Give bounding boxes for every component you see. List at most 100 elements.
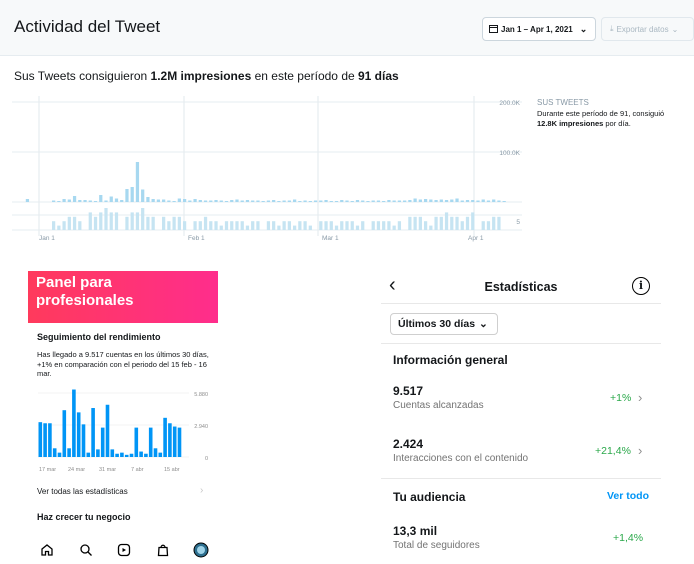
engagement-bar: [292, 225, 297, 230]
info-icon[interactable]: i: [632, 277, 650, 295]
engagement-bar: [141, 208, 145, 230]
engagement-bar: [397, 221, 402, 230]
impressions-bar: [444, 200, 449, 202]
chevron-down-icon: ⌄: [479, 318, 488, 330]
statistics-title: Estadísticas: [484, 280, 558, 294]
engagement-bar: [371, 221, 375, 230]
engagement-bar: [151, 216, 155, 230]
overview-heading: Información general: [393, 353, 508, 367]
impressions-bar: [245, 200, 250, 202]
reach-bar: [76, 412, 81, 457]
engagement-bar: [334, 225, 339, 230]
impressions-bar: [324, 200, 328, 202]
impressions-bar: [429, 199, 433, 202]
reach-bar: [72, 389, 76, 457]
reach-bar: [163, 417, 167, 457]
date-range-picker[interactable]: Jan 1 – Apr 1, 2021 ⌄: [482, 17, 596, 41]
impressions-bar: [224, 201, 229, 202]
reach-bar: [67, 448, 71, 457]
engagement-bar: [72, 216, 77, 230]
reach-bar: [172, 426, 177, 457]
impressions-bar: [439, 199, 443, 202]
impressions-bar: [230, 200, 234, 202]
engagement-bar: [57, 225, 61, 230]
engagement-bar: [382, 221, 386, 230]
engagement-bar: [51, 221, 56, 230]
x-tick-label: 7 abr: [131, 467, 144, 473]
content-interactions-label: Interacciones con el contenido: [393, 453, 529, 464]
impressions-bar: [67, 199, 71, 202]
engagement-bar: [387, 221, 391, 230]
impressions-bar: [214, 200, 218, 202]
accounts-reached-value: 9.517: [393, 384, 424, 398]
see-all-link[interactable]: Ver todo: [607, 490, 649, 502]
impressions-bar: [251, 200, 255, 202]
engagement-bar: [209, 221, 213, 230]
profile-avatar-icon[interactable]: [192, 541, 210, 559]
bottom-nav: [34, 539, 214, 561]
engagement-bar: [408, 216, 412, 230]
content-interactions-value: 2.424: [393, 437, 424, 451]
impressions-bar: [319, 200, 323, 202]
impressions-bar: [460, 200, 464, 202]
engagement-bar: [340, 221, 344, 230]
reach-bar: [134, 427, 139, 457]
home-icon[interactable]: [38, 541, 56, 559]
impressions-bar: [455, 198, 459, 202]
engagement-bar: [455, 216, 459, 230]
reach-bar: [120, 452, 124, 457]
impressions-bar: [177, 198, 181, 202]
reach-bar: [144, 453, 148, 457]
shop-icon[interactable]: [154, 541, 172, 559]
engagement-bar: [465, 216, 470, 230]
grow-business-heading[interactable]: Haz crecer tu negocio: [37, 512, 131, 522]
impressions-bar: [62, 199, 66, 202]
impressions-bar: [423, 199, 428, 202]
impressions-bar: [350, 201, 354, 202]
engagement-bar: [434, 216, 438, 230]
engagement-bar: [376, 221, 381, 230]
engagement-bar: [492, 216, 496, 230]
impressions-bar: [240, 200, 244, 202]
impressions-bar: [167, 200, 171, 202]
impressions-bar: [104, 200, 108, 202]
engagement-bar: [329, 221, 333, 230]
x-tick-label: Mar 1: [322, 235, 339, 242]
period-selector[interactable]: Últimos 30 días ⌄: [390, 313, 498, 335]
chevron-down-icon: ⌄: [579, 23, 588, 34]
impressions-bar: [146, 197, 150, 202]
reach-bar: [148, 427, 153, 457]
engagement-bar: [146, 216, 150, 230]
engagement-bar: [444, 212, 449, 230]
engagement-bar: [298, 221, 302, 230]
impressions-bar: [256, 200, 260, 202]
search-icon[interactable]: [77, 541, 95, 559]
reels-icon[interactable]: [115, 541, 133, 559]
dashboard-banner: Panel para profesionales: [28, 271, 218, 323]
impressions-bar: [25, 199, 30, 202]
engagement-bar: [162, 216, 166, 230]
reach-bar: [43, 423, 47, 457]
export-label: Exportar datos: [616, 24, 669, 34]
x-tick-label: 17 mar: [39, 467, 56, 473]
impressions-bar: [193, 199, 197, 202]
impressions-bar: [162, 199, 166, 202]
impressions-bar: [497, 200, 501, 202]
impressions-bar: [387, 200, 391, 202]
impressions-bar: [120, 200, 124, 202]
engagement-bar: [308, 225, 312, 230]
date-range-label: Jan 1 – Apr 1, 2021: [501, 24, 573, 34]
see-all-stats-link[interactable]: Ver todas las estadísticas: [37, 487, 128, 496]
reach-bar: [129, 453, 134, 457]
engagement-bar: [450, 216, 454, 230]
export-data-button[interactable]: ⤓ Exportar datos ⌄: [601, 17, 694, 41]
reach-bar: [86, 452, 91, 457]
download-icon: ⤓: [610, 24, 614, 33]
reach-bar: [81, 424, 86, 457]
x-tick-label: 31 mar: [99, 467, 116, 473]
chevron-right-icon: ›: [200, 485, 204, 496]
reach-bar: [96, 449, 100, 457]
impressions-bar: [486, 200, 491, 202]
impressions-bar: [151, 199, 155, 202]
impressions-bar: [51, 200, 56, 202]
